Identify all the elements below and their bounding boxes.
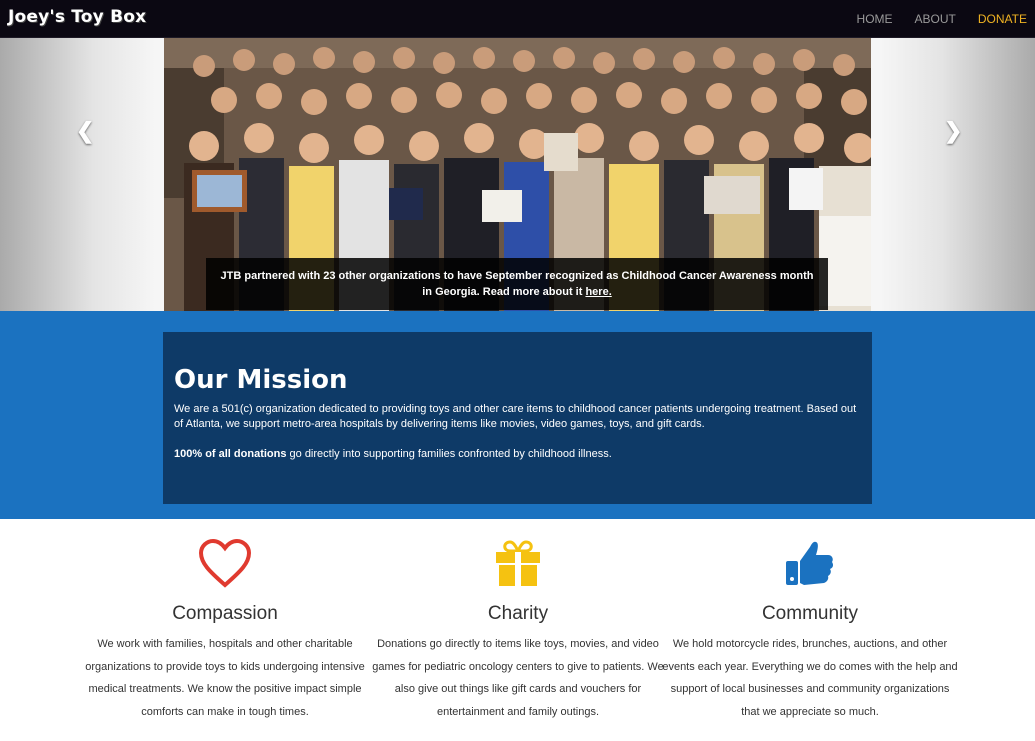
mission-box: Our Mission We are a 501(c) organization… xyxy=(163,332,872,504)
brand-logo[interactable]: Joey's Toy Box xyxy=(8,7,146,27)
donations-rest: go directly into supporting families con… xyxy=(286,448,612,460)
chevron-left-icon[interactable]: ❮ xyxy=(76,118,94,144)
gift-icon xyxy=(368,539,668,589)
navbar: Joey's Toy Box HOME ABOUT DONATE xyxy=(0,0,1035,38)
chevron-right-icon[interactable]: ❯ xyxy=(944,118,962,144)
mission-text: We are a 501(c) organization dedicated t… xyxy=(174,403,857,430)
features-section: Compassion We work with families, hospit… xyxy=(0,519,1035,741)
nav-about-link[interactable]: ABOUT xyxy=(915,12,956,26)
nav-links: HOME ABOUT DONATE xyxy=(857,0,1035,37)
feature-title-charity: Charity xyxy=(487,603,549,624)
caption-read-more-link[interactable]: here. xyxy=(585,286,611,298)
heart-icon xyxy=(75,538,375,589)
nav-donate-link[interactable]: DONATE xyxy=(978,12,1027,26)
donations-bold: 100% of all donations xyxy=(174,448,287,460)
nav-home-link[interactable]: HOME xyxy=(857,12,893,26)
feature-text-charity: Donations go directly to items like toys… xyxy=(372,638,664,718)
feature-text-community: We hold motorcycle rides, brunches, auct… xyxy=(662,638,958,718)
hero-carousel: ❮ ❯ JTB partnered with 23 other organiza… xyxy=(0,38,1035,311)
thumbs-up-icon xyxy=(660,539,960,589)
mission-section: Our Mission We are a 501(c) organization… xyxy=(0,311,1035,519)
feature-text-compassion: We work with families, hospitals and oth… xyxy=(85,638,365,718)
carousel-caption: JTB partnered with 23 other organization… xyxy=(206,258,828,310)
feature-title-community: Community xyxy=(761,603,859,624)
mission-title: Our Mission xyxy=(174,365,348,395)
caption-text: JTB partnered with 23 other organization… xyxy=(220,270,814,298)
mission-donations-text: 100% of all donations go directly into s… xyxy=(174,447,861,462)
feature-title-compassion: Compassion xyxy=(172,603,278,624)
